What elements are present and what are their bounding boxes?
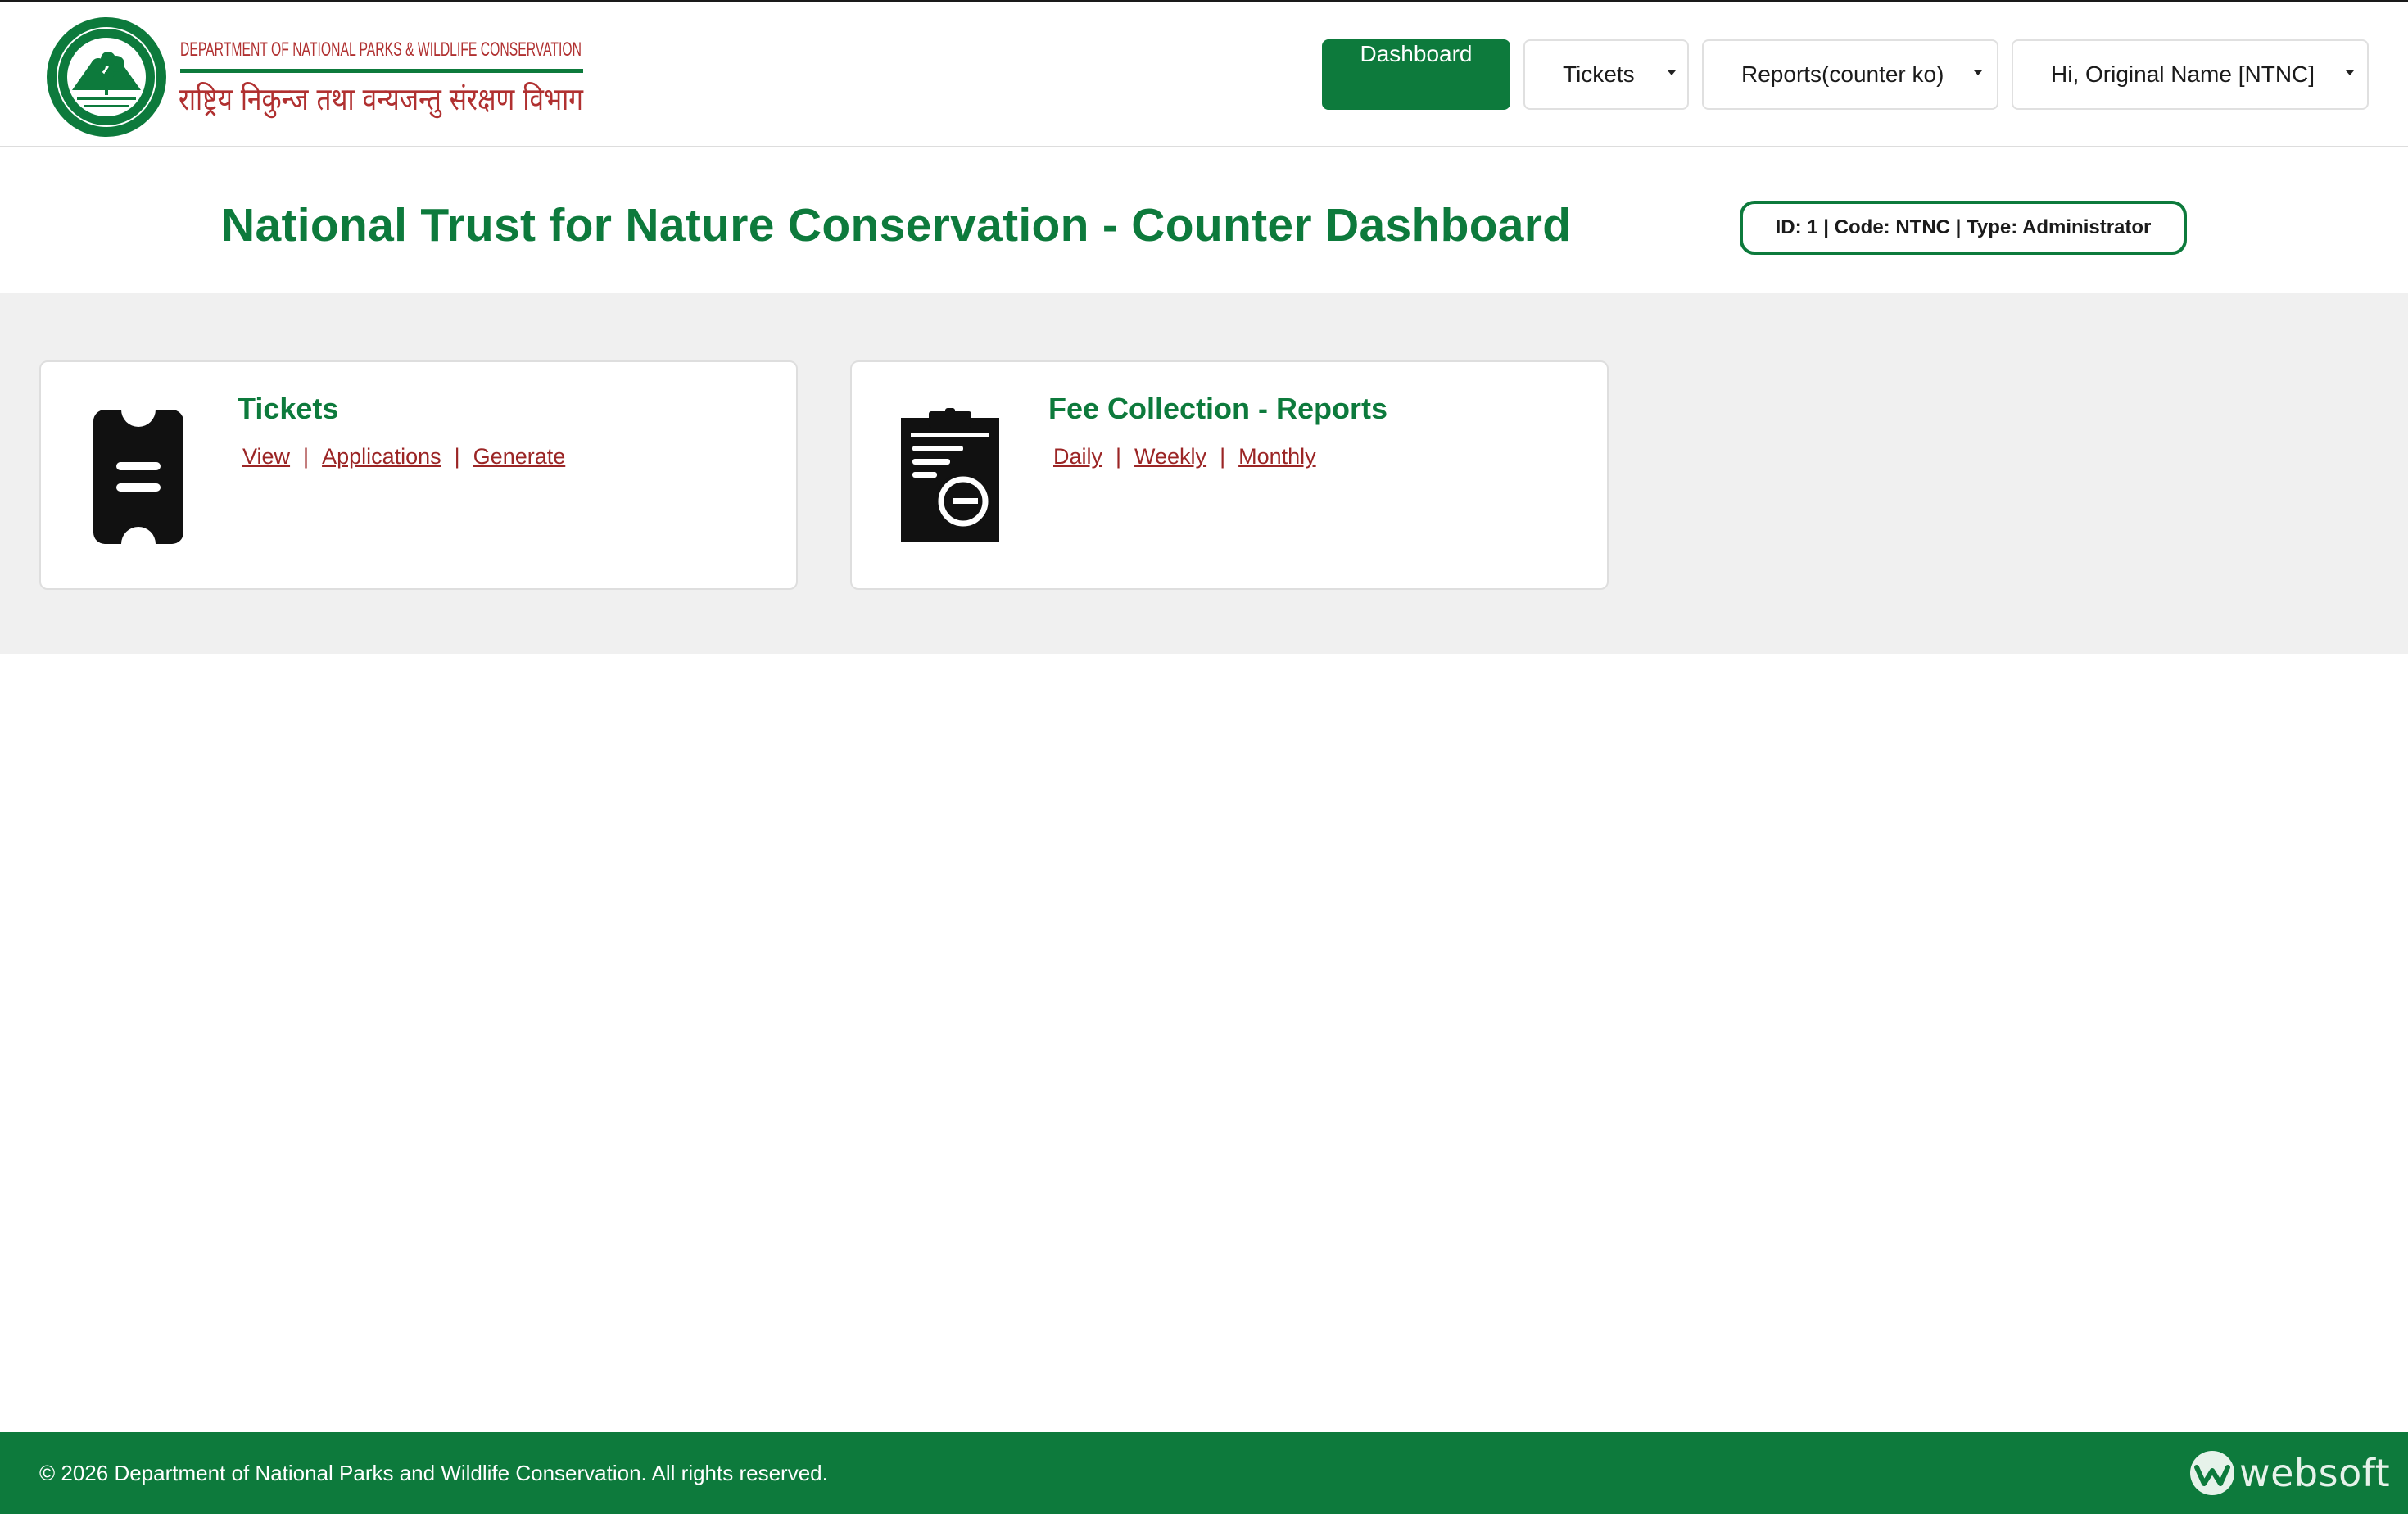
fee-collection-card-title: Fee Collection - Reports (1048, 392, 1388, 425)
logo-line1: DEPARTMENT OF NATIONAL PARKS & WILDLIFE … (180, 39, 582, 61)
ticket-applications-link[interactable]: Applications (322, 444, 441, 469)
logo-line2: राष्ट्रिय निकुन्ज तथा वन्यजन्तु संरक्षण … (179, 81, 583, 119)
nav-tickets-dropdown[interactable]: Tickets (1523, 39, 1689, 110)
tickets-card-title: Tickets (238, 392, 339, 425)
ticket-icon (93, 410, 183, 548)
nav-dashboard-label: Dashboard (1360, 41, 1473, 66)
nav-reports-dropdown[interactable]: Reports(counter ko) (1702, 39, 1998, 110)
tickets-card: Tickets View | Applications | Generate (39, 360, 798, 590)
clipboard-report-icon (901, 408, 999, 546)
daily-report-link[interactable]: Daily (1053, 444, 1102, 469)
user-menu-dropdown[interactable]: Hi, Original Name [NTNC] (2012, 39, 2369, 110)
nav-dashboard-button[interactable]: Dashboard (1322, 39, 1510, 110)
dashboard-cards-section: Tickets View | Applications | Generate Fee C… (0, 293, 2408, 654)
websoft-brand-link[interactable]: websoft (2188, 1448, 2390, 1498)
weekly-report-link[interactable]: Weekly (1134, 444, 1206, 469)
view-tickets-link[interactable]: View (242, 444, 290, 469)
department-logo[interactable]: DEPARTMENT OF NATIONAL PARKS & WILDLIFE … (44, 15, 586, 139)
chevron-down-icon (2346, 70, 2354, 75)
user-greeting: Hi, Original Name [NTNC] (2051, 61, 2315, 87)
nav-tickets-label: Tickets (1563, 61, 1635, 87)
logo-emblem-icon: DEPARTMENT OF NATIONAL PARKS & WILDLIFE … (47, 17, 583, 137)
generate-ticket-link[interactable]: Generate (473, 444, 566, 469)
nav-reports-label: Reports(counter ko) (1741, 61, 1944, 87)
websoft-logo-icon (2190, 1451, 2234, 1495)
tickets-links: View | Applications | Generate (242, 444, 566, 469)
page-title: National Trust for Nature Conservation -… (221, 199, 1572, 252)
monthly-report-link[interactable]: Monthly (1238, 444, 1316, 469)
user-id-badge: ID: 1 | Code: NTNC | Type: Administrator (1740, 201, 2187, 255)
footer-copyright: © 2026 Department of National Parks and … (39, 1461, 828, 1485)
footer: © 2026 Department of National Parks and … (0, 1432, 2408, 1514)
header: DEPARTMENT OF NATIONAL PARKS & WILDLIFE … (0, 2, 2408, 147)
chevron-down-icon (1974, 70, 1982, 75)
fee-report-links: Daily | Weekly | Monthly (1053, 444, 1316, 469)
fee-collection-card: Fee Collection - Reports Daily | Weekly | Mo… (850, 360, 1609, 590)
chevron-down-icon (1668, 70, 1676, 75)
websoft-brand-text: websoft (2239, 1451, 2391, 1495)
